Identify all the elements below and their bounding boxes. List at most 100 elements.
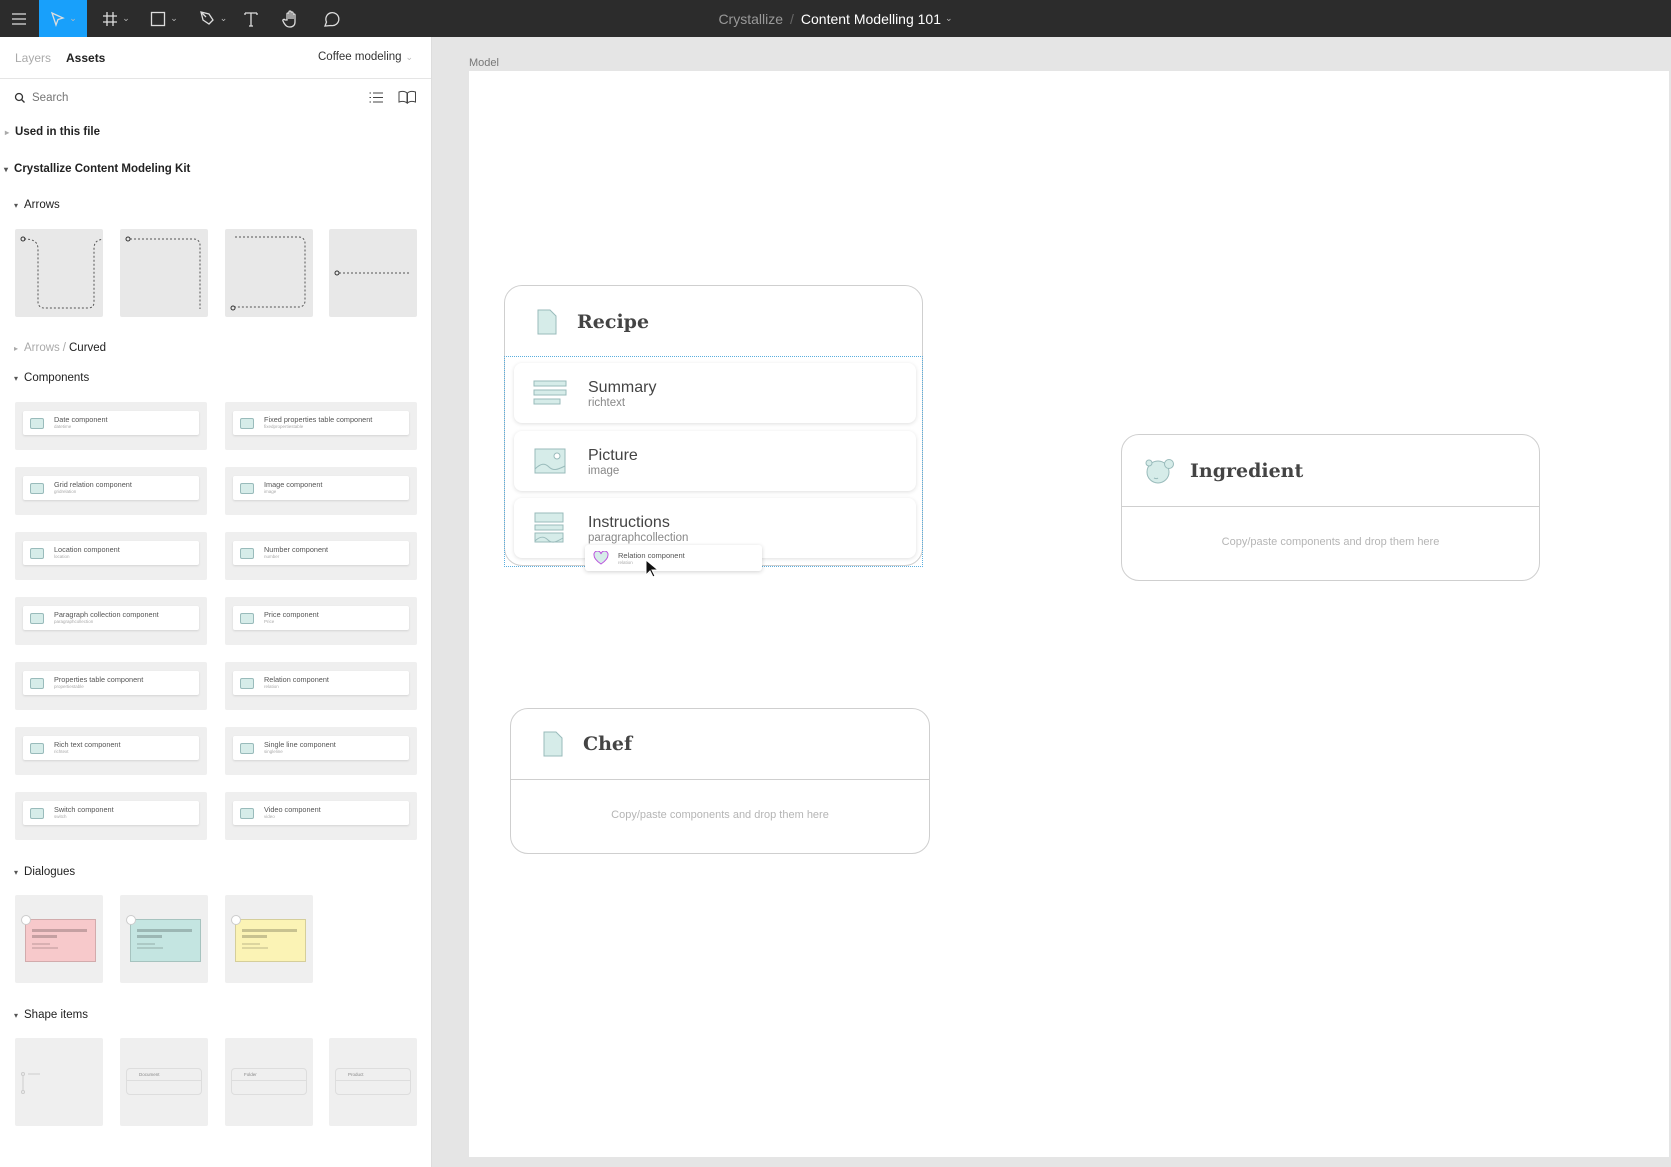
section-components[interactable]: ▾ Components	[14, 372, 89, 384]
arrow-asset-right-down[interactable]	[120, 229, 208, 317]
component-asset[interactable]: Date component datetime	[15, 402, 207, 450]
library-name: Coffee modeling	[318, 51, 402, 63]
shape-item-thumb[interactable]: Product	[329, 1038, 417, 1126]
section-kit[interactable]: ▾ Crystallize Content Modeling Kit	[4, 163, 190, 175]
section-shape-items[interactable]: ▾ Shape items	[14, 1009, 88, 1021]
component-asset[interactable]: Video component video	[225, 792, 417, 840]
field-name: Summary	[588, 378, 657, 396]
arrow-asset-u-turn[interactable]	[15, 229, 109, 317]
library-select[interactable]: Coffee modeling ⌄	[318, 51, 413, 63]
section-arrows[interactable]: ▾ Arrows	[14, 199, 60, 211]
component-icon	[240, 677, 254, 689]
component-name: Switch component	[54, 805, 114, 814]
component-name: Single line component	[264, 740, 336, 749]
component-type: singleline	[264, 749, 283, 754]
search-icon	[14, 92, 25, 103]
caret-right-icon: ▸	[14, 343, 19, 353]
chevron-down-icon: ⌄	[405, 52, 414, 62]
shape-item-thumb-generic[interactable]	[15, 1038, 103, 1126]
component-asset[interactable]: Fixed properties table component fixedpro…	[225, 402, 417, 450]
caret-down-icon: ▾	[14, 1010, 19, 1020]
component-asset[interactable]: Image component image	[225, 467, 417, 515]
component-name: Number component	[264, 545, 329, 554]
caret-down-icon: ▾	[14, 200, 19, 210]
shape-ingredient[interactable]: Ingredient Copy/paste components and dro…	[1121, 434, 1540, 581]
component-type: fixedpropertiestable	[264, 424, 304, 429]
component-asset[interactable]: Location component location	[15, 532, 207, 580]
component-type: video	[264, 814, 275, 819]
component-type: richtext	[54, 749, 69, 754]
component-type: paragraphcollection	[54, 619, 94, 624]
shape-header: Ingredient	[1122, 435, 1539, 507]
field-type: richtext	[588, 396, 626, 409]
shape-item-thumb[interactable]: Folder	[225, 1038, 313, 1126]
field-type: image	[588, 464, 620, 477]
component-type: relation	[264, 684, 279, 689]
component-asset[interactable]: Paragraph collection component paragraphc…	[15, 597, 207, 645]
shape-item-thumb[interactable]: Document	[120, 1038, 208, 1126]
section-used-in-file[interactable]: ▸ Used in this file	[5, 126, 100, 138]
drag-ghost-relation-component[interactable]: Relation component relation	[585, 545, 762, 571]
field-summary[interactable]: Summary richtext	[514, 363, 916, 423]
model-frame	[469, 71, 1669, 1157]
component-type: switch	[54, 814, 67, 819]
component-name: Rich text component	[54, 740, 121, 749]
dashed-arrow-icon	[20, 236, 109, 309]
component-asset[interactable]: Single line component singleline	[225, 727, 417, 775]
drop-placeholder: Copy/paste components and drop them here	[1221, 536, 1440, 548]
component-icon	[30, 547, 44, 559]
shape-preview: Document	[126, 1068, 202, 1095]
dialogue-asset[interactable]	[15, 895, 103, 983]
dashed-arrow-icon	[334, 270, 411, 276]
library-book-icon[interactable]	[398, 90, 417, 104]
dialogue-preview	[25, 919, 96, 962]
paragraph-collection-icon	[534, 512, 564, 543]
section-label: Shape items	[24, 1009, 88, 1021]
dialogue-asset[interactable]	[225, 895, 313, 983]
component-asset[interactable]: Properties table component propertiestabl…	[15, 662, 207, 710]
section-arrows-curved[interactable]: ▸ Arrows / Curved	[14, 342, 106, 354]
file-title: Crystallize / Content Modelling 101 ⌄	[0, 0, 1671, 37]
field-type: paragraphcollection	[588, 531, 689, 544]
component-icon	[240, 417, 254, 429]
list-view-icon[interactable]	[369, 91, 383, 104]
component-type: datetime	[54, 424, 72, 429]
file-name[interactable]: Content Modelling 101	[801, 11, 941, 27]
chevron-down-icon[interactable]: ⌄	[945, 13, 953, 24]
component-asset[interactable]: Price component Price	[225, 597, 417, 645]
team-name[interactable]: Crystallize	[718, 11, 783, 27]
component-asset[interactable]: Number component number	[225, 532, 417, 580]
arrow-asset-straight[interactable]	[329, 229, 417, 317]
section-label: Dialogues	[24, 866, 76, 878]
dialogue-preview	[235, 919, 306, 962]
component-name: Price component	[264, 610, 319, 619]
component-asset[interactable]: Switch component switch	[15, 792, 207, 840]
top-toolbar: ⌄ ⌄ ⌄ ⌄ Crystallize / Content Modelling …	[0, 0, 1671, 37]
component-icon	[240, 742, 254, 754]
field-picture[interactable]: Picture image	[514, 431, 916, 491]
path-separator: /	[62, 342, 66, 354]
tab-assets[interactable]: Assets	[66, 51, 105, 65]
shape-preview: Folder	[231, 1068, 307, 1095]
component-asset[interactable]: Grid relation component gridrelation	[15, 467, 207, 515]
frame-label[interactable]: Model	[469, 57, 499, 69]
arrow-asset-loop[interactable]	[225, 229, 313, 317]
component-name: Date component	[54, 415, 108, 424]
component-name: Fixed properties table component	[264, 415, 373, 424]
dialogue-asset[interactable]	[120, 895, 208, 983]
image-icon	[534, 448, 566, 474]
shape-preview-title: Document	[127, 1069, 201, 1081]
component-asset[interactable]: Relation component relation	[225, 662, 417, 710]
dialogue-badge-icon	[126, 915, 136, 925]
component-type: number	[264, 554, 280, 559]
document-icon	[543, 731, 563, 757]
component-asset[interactable]: Rich text component richtext	[15, 727, 207, 775]
dialogue-preview	[130, 919, 201, 962]
shape-chef[interactable]: Chef Copy/paste components and drop them…	[510, 708, 930, 854]
tab-layers[interactable]: Layers	[15, 51, 51, 65]
section-label: Components	[24, 372, 90, 384]
search-input[interactable]	[32, 89, 332, 107]
section-dialogues[interactable]: ▾ Dialogues	[14, 866, 75, 878]
shape-recipe[interactable]: Recipe Summary richtext Picture image Inst…	[504, 285, 923, 567]
shape-preview-title: Folder	[232, 1069, 306, 1081]
